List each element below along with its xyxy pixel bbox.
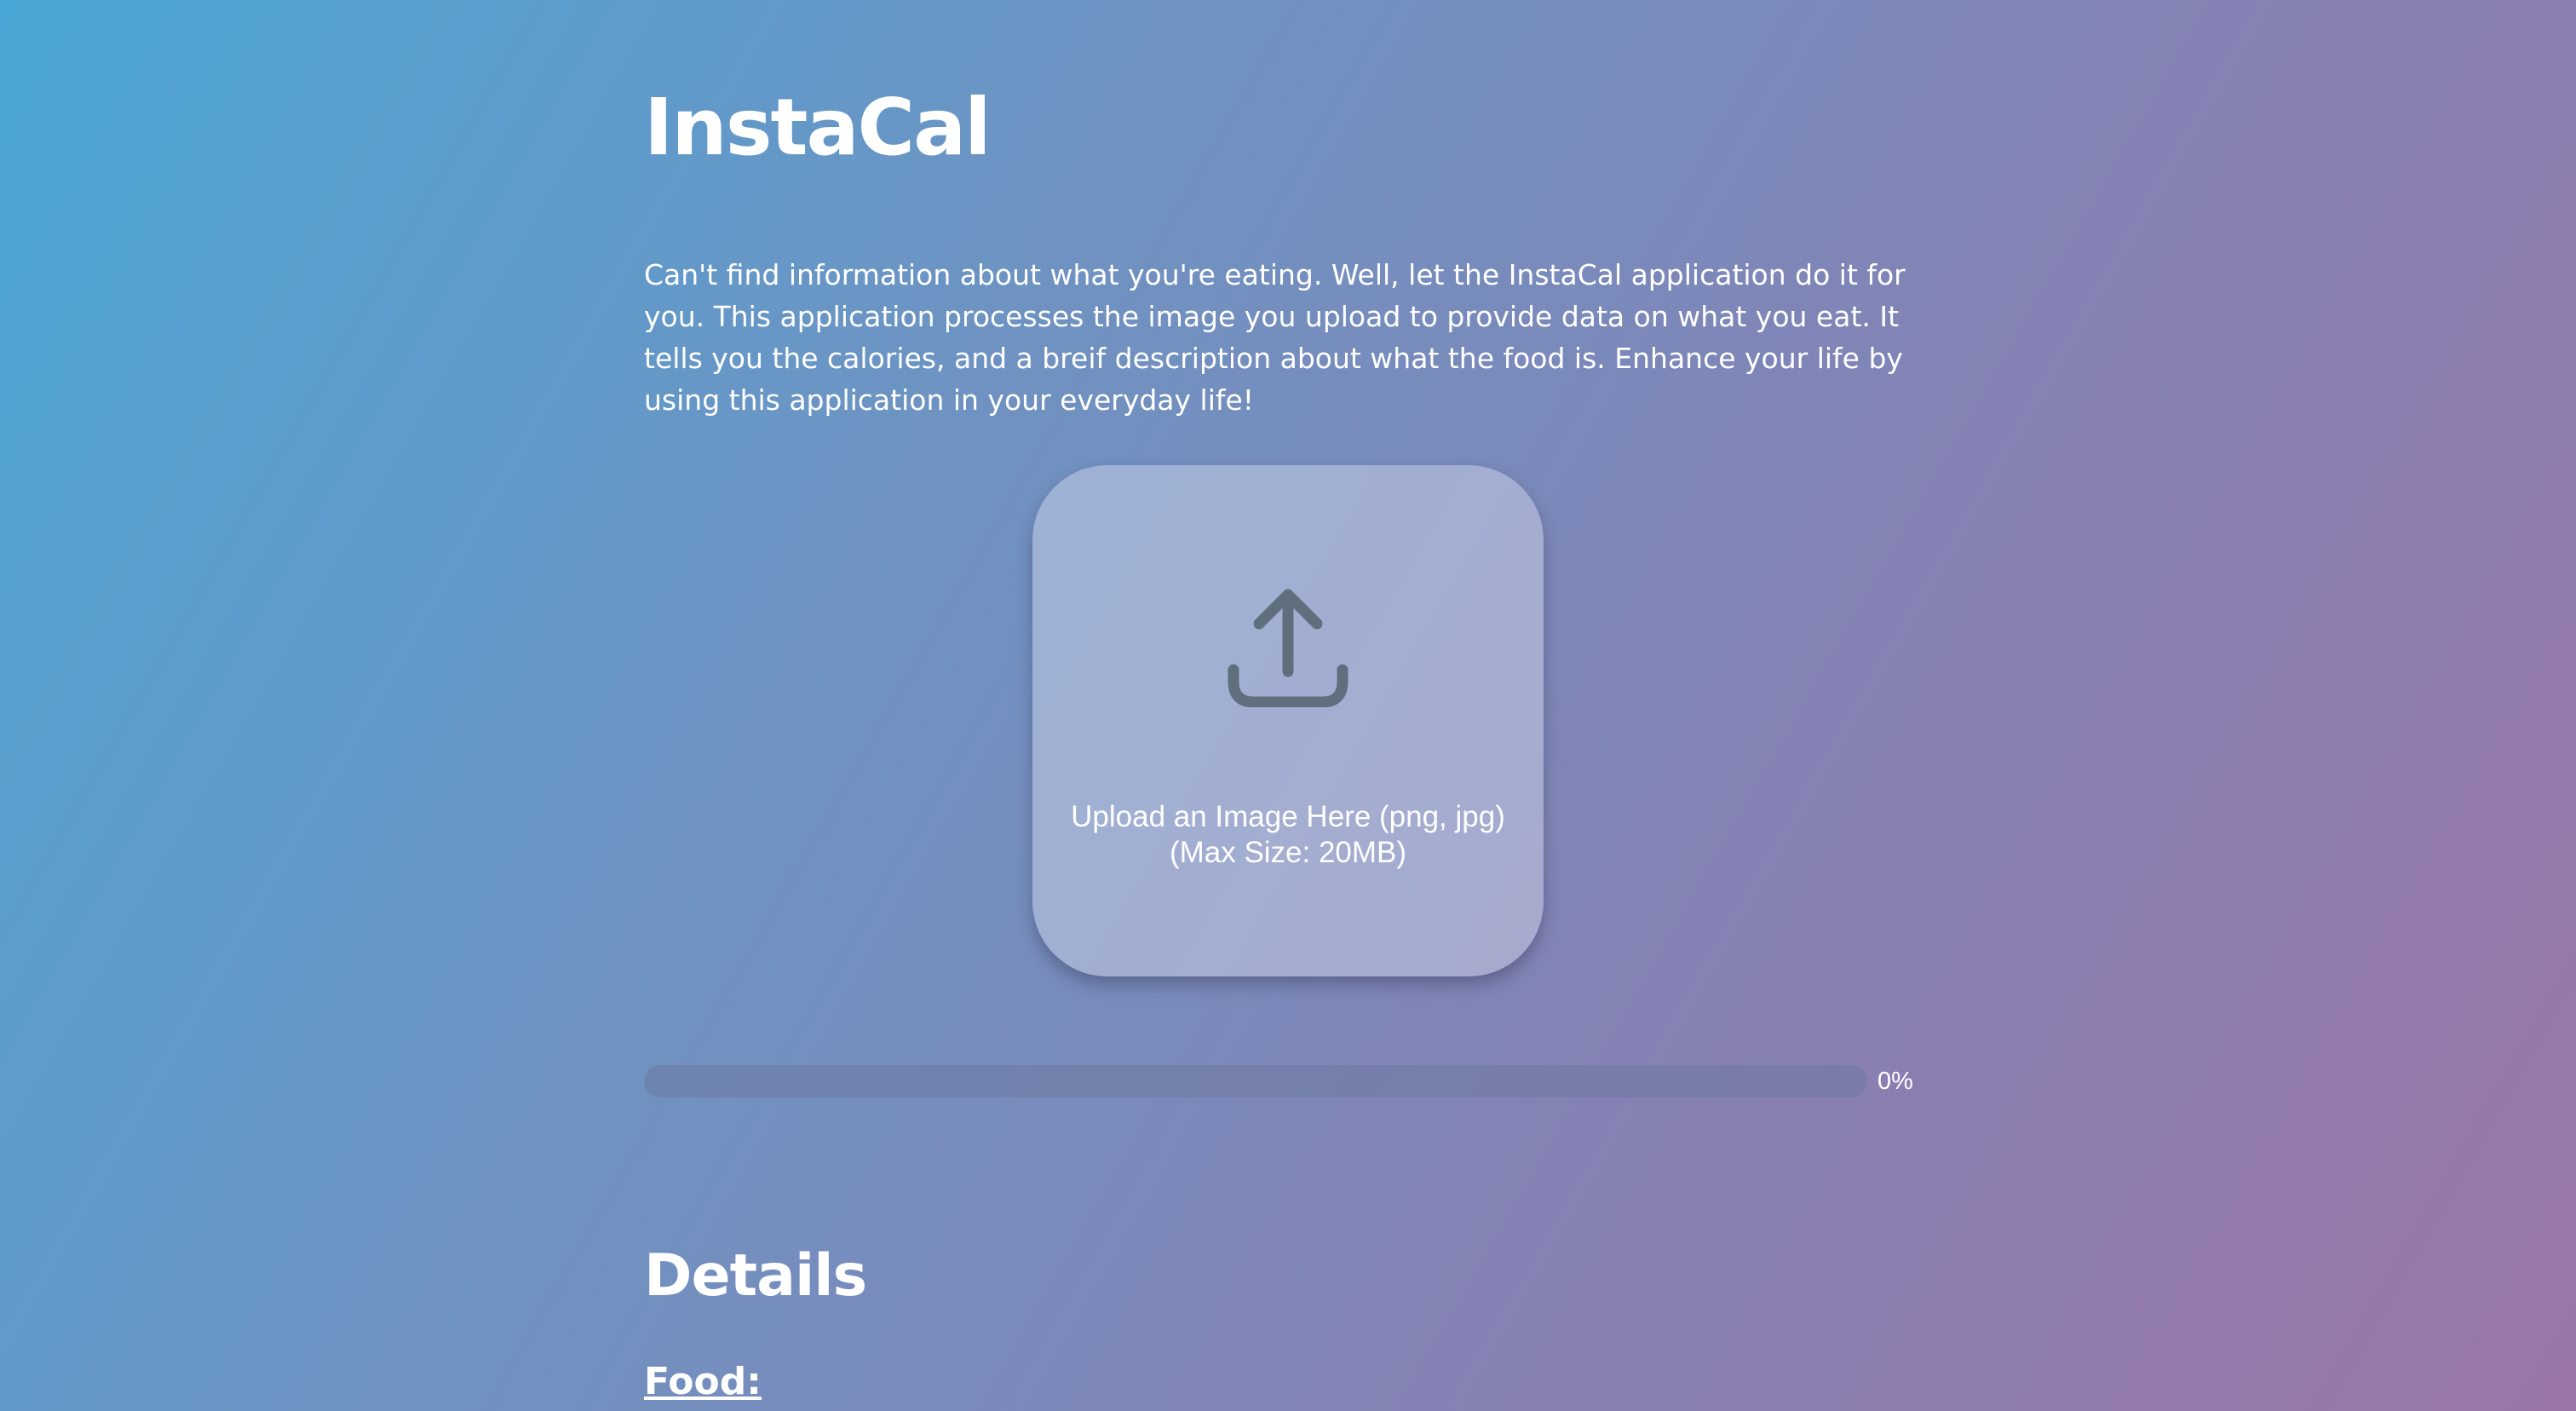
upload-progress-bar [644, 1065, 1867, 1097]
details-heading: Details [644, 1242, 867, 1310]
page-content: InstaCal Can't find information about wh… [644, 0, 1932, 1411]
upload-instructions: Upload an Image Here (png, jpg) (Max Siz… [1032, 799, 1544, 871]
upload-dropzone[interactable]: Upload an Image Here (png, jpg) (Max Siz… [1032, 465, 1544, 976]
upload-label: Upload an Image Here (png, jpg) [1071, 800, 1505, 833]
upload-size-limit: (Max Size: 20MB) [1169, 836, 1407, 869]
intro-text: Can't find information about what you're… [644, 258, 1906, 417]
upload-icon [1228, 589, 1348, 707]
upload-progress-label: 0% [1877, 1068, 1913, 1095]
page-title: InstaCal [644, 82, 992, 173]
food-label: Food: [644, 1360, 762, 1403]
